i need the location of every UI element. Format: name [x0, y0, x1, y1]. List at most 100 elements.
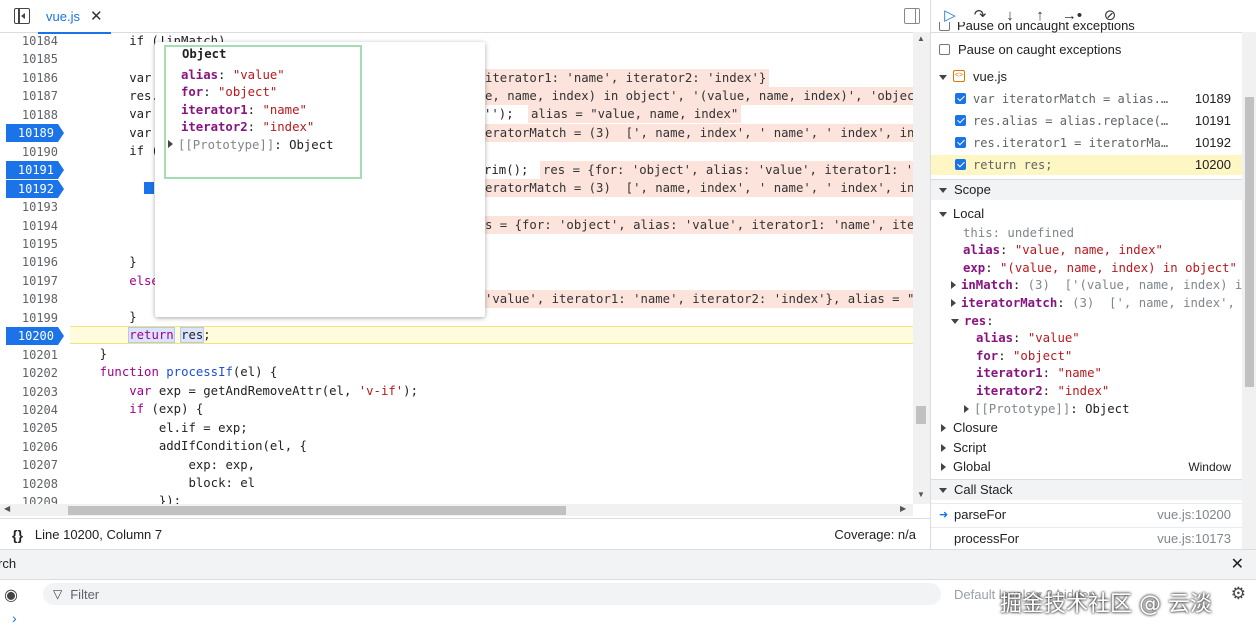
inline-value: eratorMatch = (3) [', name, index', ' na… — [482, 179, 913, 197]
popover-prototype-row[interactable]: [[Prototype]]: Object — [168, 137, 333, 154]
scope-var-this: this: undefined — [963, 226, 1075, 240]
collapse-triangle-icon[interactable] — [939, 75, 947, 80]
current-frame-arrow-icon: ➜ — [939, 509, 949, 521]
code-line: el.if = exp; — [70, 419, 913, 437]
line-number[interactable]: 10188 — [8, 106, 62, 124]
scroll-up-icon[interactable]: ▲ — [917, 34, 925, 43]
var-value: Object — [1085, 402, 1130, 416]
scope-section-header[interactable]: Scope — [931, 179, 1256, 200]
breakpoint-row[interactable]: res.alias = alias.replace(f… 10191 — [931, 111, 1256, 131]
line-number[interactable]: 10199 — [8, 309, 62, 327]
expand-triangle-icon[interactable] — [941, 463, 946, 471]
scope-closure-row[interactable]: Closure — [931, 418, 1256, 438]
line-number[interactable]: 10184 — [8, 32, 62, 50]
breakpoint-row[interactable]: res.iterator1 = iteratorMat… 10192 — [931, 133, 1256, 153]
expand-triangle-icon[interactable] — [941, 444, 946, 452]
console-prompt-icon[interactable]: › — [12, 610, 17, 626]
line-number[interactable]: 10202 — [8, 364, 62, 382]
line-number[interactable]: 10194 — [8, 217, 62, 235]
line-number[interactable]: 10208 — [8, 475, 62, 493]
code-keyword: var — [129, 384, 152, 398]
gear-icon[interactable]: ⚙ — [1231, 584, 1246, 604]
scrollbar-thumb[interactable] — [916, 406, 926, 424]
scroll-down-icon[interactable]: ▼ — [917, 490, 925, 499]
line-number[interactable]: 10187 — [8, 87, 62, 105]
popover-title: Object — [182, 47, 227, 61]
breakpoints-file-row[interactable]: <> vue.js — [931, 67, 1256, 87]
pause-caught-row[interactable]: Pause on caught exceptions — [931, 40, 1256, 60]
line-number[interactable]: 10205 — [8, 419, 62, 437]
toggle-navigator-icon[interactable] — [14, 8, 30, 24]
callstack-section-header[interactable]: Call Stack — [931, 479, 1256, 500]
sidebar-scrollbar[interactable] — [1242, 32, 1256, 549]
file-icon: <> — [953, 70, 965, 82]
expand-triangle-icon[interactable] — [964, 405, 969, 413]
callstack-frame[interactable]: ➜ parseFor vue.js:10200 — [931, 503, 1256, 526]
line-number[interactable]: 10185 — [8, 50, 62, 68]
collapse-triangle-icon[interactable] — [939, 488, 947, 493]
collapse-triangle-icon[interactable] — [951, 319, 959, 324]
scrollbar-thumb[interactable] — [1245, 97, 1254, 387]
editor-statusbar: {} Line 10200, Column 7 Coverage: n/a — [0, 518, 930, 550]
frame-location[interactable]: vue.js:10200 — [1157, 504, 1231, 526]
callstack-frame[interactable]: processFor vue.js:10173 — [931, 527, 1256, 549]
pause-caught-checkbox[interactable] — [939, 44, 950, 55]
scope-script-row[interactable]: Script — [931, 438, 1256, 458]
pause-uncaught-checkbox[interactable] — [939, 22, 950, 31]
scope-local-row[interactable]: Local — [931, 204, 1256, 224]
expand-triangle-icon[interactable] — [951, 299, 956, 307]
expand-triangle-icon[interactable] — [951, 281, 956, 289]
breakpoint-row[interactable]: var iteratorMatch = alias.m… 10189 — [931, 89, 1256, 109]
line-number[interactable]: 10196 — [8, 253, 62, 271]
file-tab[interactable]: vue.js ✕ — [38, 0, 111, 34]
close-drawer-icon[interactable]: ✕ — [1231, 554, 1244, 574]
line-number[interactable]: 10203 — [8, 383, 62, 401]
expand-triangle-icon[interactable] — [941, 424, 946, 432]
console-filter-input[interactable]: ▽ Filter — [43, 583, 941, 605]
breakpoint-line-number[interactable]: 10191 — [6, 161, 64, 180]
breakpoint-line-number[interactable]: 10189 — [6, 124, 64, 143]
editor-vertical-scrollbar[interactable]: ▲ ▼ — [913, 32, 930, 504]
frame-location[interactable]: vue.js:10173 — [1157, 528, 1231, 549]
scope-var-inmatch[interactable]: inMatch: (3) ['(value, name, index) in — [951, 278, 1250, 292]
line-number[interactable]: 10195 — [8, 235, 62, 253]
line-number-gutter[interactable]: 10184 10185 10186 10187 10188 10189 10190 10191… — [0, 32, 70, 504]
scope-var-res[interactable]: res: — [951, 314, 994, 328]
scrollbar-thumb[interactable] — [68, 506, 566, 515]
line-number[interactable]: 10198 — [8, 290, 62, 308]
breakpoint-row[interactable]: return res; 10200 — [931, 155, 1256, 175]
line-number[interactable]: 10186 — [8, 69, 62, 87]
line-number[interactable]: 10190 — [8, 143, 62, 161]
collapse-triangle-icon[interactable] — [939, 188, 947, 193]
code-variable[interactable]: res — [180, 327, 205, 343]
scope-var-iteratormatch[interactable]: iteratorMatch: (3) [', name, index', — [951, 296, 1235, 310]
breakpoint-checkbox[interactable] — [955, 159, 966, 170]
scope-global-row[interactable]: Global Window — [931, 457, 1256, 477]
line-number[interactable]: 10207 — [8, 456, 62, 474]
close-tab-icon[interactable]: ✕ — [90, 7, 103, 25]
res-prototype-row[interactable]: [[Prototype]]: Object — [964, 402, 1129, 416]
inline-value: e, name, index) in object', '(value, nam… — [482, 87, 913, 105]
breakpoint-checkbox[interactable] — [955, 93, 966, 104]
breakpoint-checkbox[interactable] — [955, 137, 966, 148]
expand-triangle-icon[interactable] — [168, 140, 173, 148]
line-number[interactable]: 10209 — [8, 493, 62, 504]
line-number[interactable]: 10204 — [8, 401, 62, 419]
pretty-print-icon[interactable]: {} — [12, 527, 23, 543]
drawer-tab-search[interactable]: rch — [0, 556, 16, 571]
toggle-debugger-sidebar-icon[interactable] — [904, 8, 920, 24]
collapse-triangle-icon[interactable] — [939, 212, 947, 217]
line-number[interactable]: 10193 — [8, 198, 62, 216]
breakpoint-checkbox[interactable] — [955, 115, 966, 126]
line-number[interactable]: 10197 — [8, 272, 62, 290]
editor-tabbar: vue.js ✕ — [0, 0, 930, 34]
line-number[interactable]: 10206 — [8, 438, 62, 456]
scroll-right-icon[interactable]: ▶ — [900, 504, 906, 513]
scroll-left-icon[interactable]: ◀ — [4, 504, 10, 513]
breakpoint-line-number[interactable]: 10200 — [6, 327, 64, 346]
pause-uncaught-row[interactable]: Pause on uncaught exceptions — [931, 22, 1256, 36]
eye-icon[interactable]: ◉ — [4, 585, 18, 605]
breakpoint-line-number[interactable]: 10192 — [6, 179, 64, 198]
line-number[interactable]: 10201 — [8, 346, 62, 364]
editor-horizontal-scrollbar[interactable]: ◀ ▶ — [0, 504, 913, 516]
